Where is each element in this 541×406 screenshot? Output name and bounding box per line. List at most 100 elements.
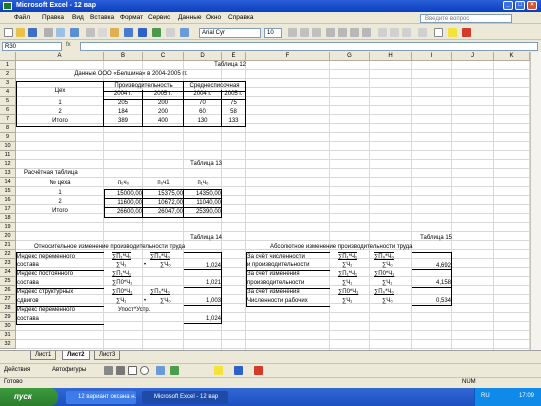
row-header-29[interactable]: 29 [0,313,16,322]
actions-menu[interactable]: Действия [4,367,30,373]
row-header-25[interactable]: 25 [0,277,16,286]
col-header-I[interactable]: I [412,52,452,61]
row-header-26[interactable]: 26 [0,286,16,295]
decimal-icon[interactable] [402,28,411,37]
row-header-28[interactable]: 28 [0,304,16,313]
row-header-12[interactable]: 12 [0,160,16,169]
row-header-2[interactable]: 2 [0,70,16,79]
task-excel[interactable]: Microsoft Excel - 12 вар [142,391,228,404]
preview-icon[interactable] [56,28,65,37]
menu-format[interactable]: Формат [120,14,143,21]
font-name-select[interactable]: Arial Cyr [199,28,261,38]
underline-icon[interactable] [312,28,321,37]
tab-sheet2[interactable]: Лист2 [62,351,90,360]
select-all-corner[interactable] [0,52,16,61]
line-icon[interactable] [104,366,113,375]
row-header-32[interactable]: 32 [0,340,16,349]
new-icon[interactable] [4,28,13,37]
menu-insert[interactable]: Вставка [90,14,114,21]
row-header-31[interactable]: 31 [0,331,16,340]
row-header-13[interactable]: 13 [0,169,16,178]
row-header-20[interactable]: 20 [0,232,16,241]
row-header-11[interactable]: 11 [0,151,16,160]
fill-color-icon[interactable] [448,28,457,37]
arrow-icon[interactable] [116,366,125,375]
font-color-draw-icon[interactable] [254,366,263,375]
row-header-17[interactable]: 17 [0,205,16,214]
start-button[interactable]: пуск [0,388,58,406]
col-header-G[interactable]: G [330,52,370,61]
col-header-C[interactable]: C [143,52,184,61]
row-header-18[interactable]: 18 [0,214,16,223]
font-size-select[interactable]: 10 [264,28,282,38]
row-header-5[interactable]: 5 [0,97,16,106]
menu-window[interactable]: Окно [206,14,221,21]
lang-indicator[interactable]: RU [481,393,490,399]
cut-icon[interactable] [86,28,95,37]
row-header-9[interactable]: 9 [0,133,16,142]
line-color-icon[interactable] [234,366,243,375]
row-header-19[interactable]: 19 [0,223,16,232]
row-header-3[interactable]: 3 [0,79,16,88]
borders-icon[interactable] [434,28,443,37]
clipart-icon[interactable] [170,366,179,375]
oval-icon[interactable] [140,366,149,375]
row-header-7[interactable]: 7 [0,115,16,124]
row-header-14[interactable]: 14 [0,178,16,187]
name-box[interactable]: R30 [2,42,62,51]
row-header-27[interactable]: 27 [0,295,16,304]
rectangle-icon[interactable] [128,366,137,375]
menu-edit[interactable]: Правка [42,14,64,21]
worksheet-grid[interactable]: ABCDEFGHIJK 1 2 3 4 5 6 7 8 9 10 11 12 13 14 15 16 17 18 1… [0,52,530,350]
fill-icon[interactable] [214,366,223,375]
menu-file[interactable]: Файл [14,14,30,21]
col-header-B[interactable]: B [104,52,143,61]
col-header-K[interactable]: K [494,52,530,61]
sort-icon[interactable] [152,28,161,37]
task-word[interactable]: 12 вариант оксана н... [66,391,136,404]
menu-data[interactable]: Данные [178,14,201,21]
tab-sheet1[interactable]: Лист1 [30,351,57,360]
row-header-8[interactable]: 8 [0,124,16,133]
help-search-input[interactable]: Введите вопрос [420,14,512,23]
align-center-icon[interactable] [338,28,347,37]
maximize-button[interactable]: □ [515,1,525,10]
minimize-button[interactable]: _ [503,1,513,10]
align-left-icon[interactable] [326,28,335,37]
close-button[interactable]: × [527,1,537,10]
row-header-23[interactable]: 23 [0,259,16,268]
help-icon[interactable] [180,28,189,37]
spelling-icon[interactable] [70,28,79,37]
row-header-4[interactable]: 4 [0,88,16,97]
align-right-icon[interactable] [350,28,359,37]
autoshapes-menu[interactable]: Автофигуры [52,367,86,373]
paste-icon[interactable] [110,28,119,37]
tab-sheet3[interactable]: Лист3 [94,351,121,360]
col-header-A[interactable]: A [16,52,104,61]
menu-tools[interactable]: Сервис [148,14,170,21]
merge-icon[interactable] [362,28,371,37]
formula-input[interactable] [80,42,538,51]
row-header-16[interactable]: 16 [0,196,16,205]
chart-icon[interactable] [166,28,175,37]
row-header-15[interactable]: 15 [0,187,16,196]
percent-icon[interactable] [378,28,387,37]
row-header-22[interactable]: 22 [0,250,16,259]
save-icon[interactable] [28,28,37,37]
row-header-30[interactable]: 30 [0,322,16,331]
bold-icon[interactable] [288,28,297,37]
print-icon[interactable] [44,28,53,37]
copy-icon[interactable] [98,28,107,37]
autosum-icon[interactable] [138,28,147,37]
row-header-21[interactable]: 21 [0,241,16,250]
textbox-icon[interactable] [156,366,165,375]
row-header-24[interactable]: 24 [0,268,16,277]
font-color-icon[interactable] [462,28,471,37]
italic-icon[interactable] [300,28,309,37]
menu-help[interactable]: Справка [228,14,254,21]
col-header-F[interactable]: F [246,52,330,61]
col-header-D[interactable]: D [184,52,222,61]
vertical-scrollbar[interactable] [530,52,541,350]
row-header-10[interactable]: 10 [0,142,16,151]
col-header-E[interactable]: E [222,52,246,61]
